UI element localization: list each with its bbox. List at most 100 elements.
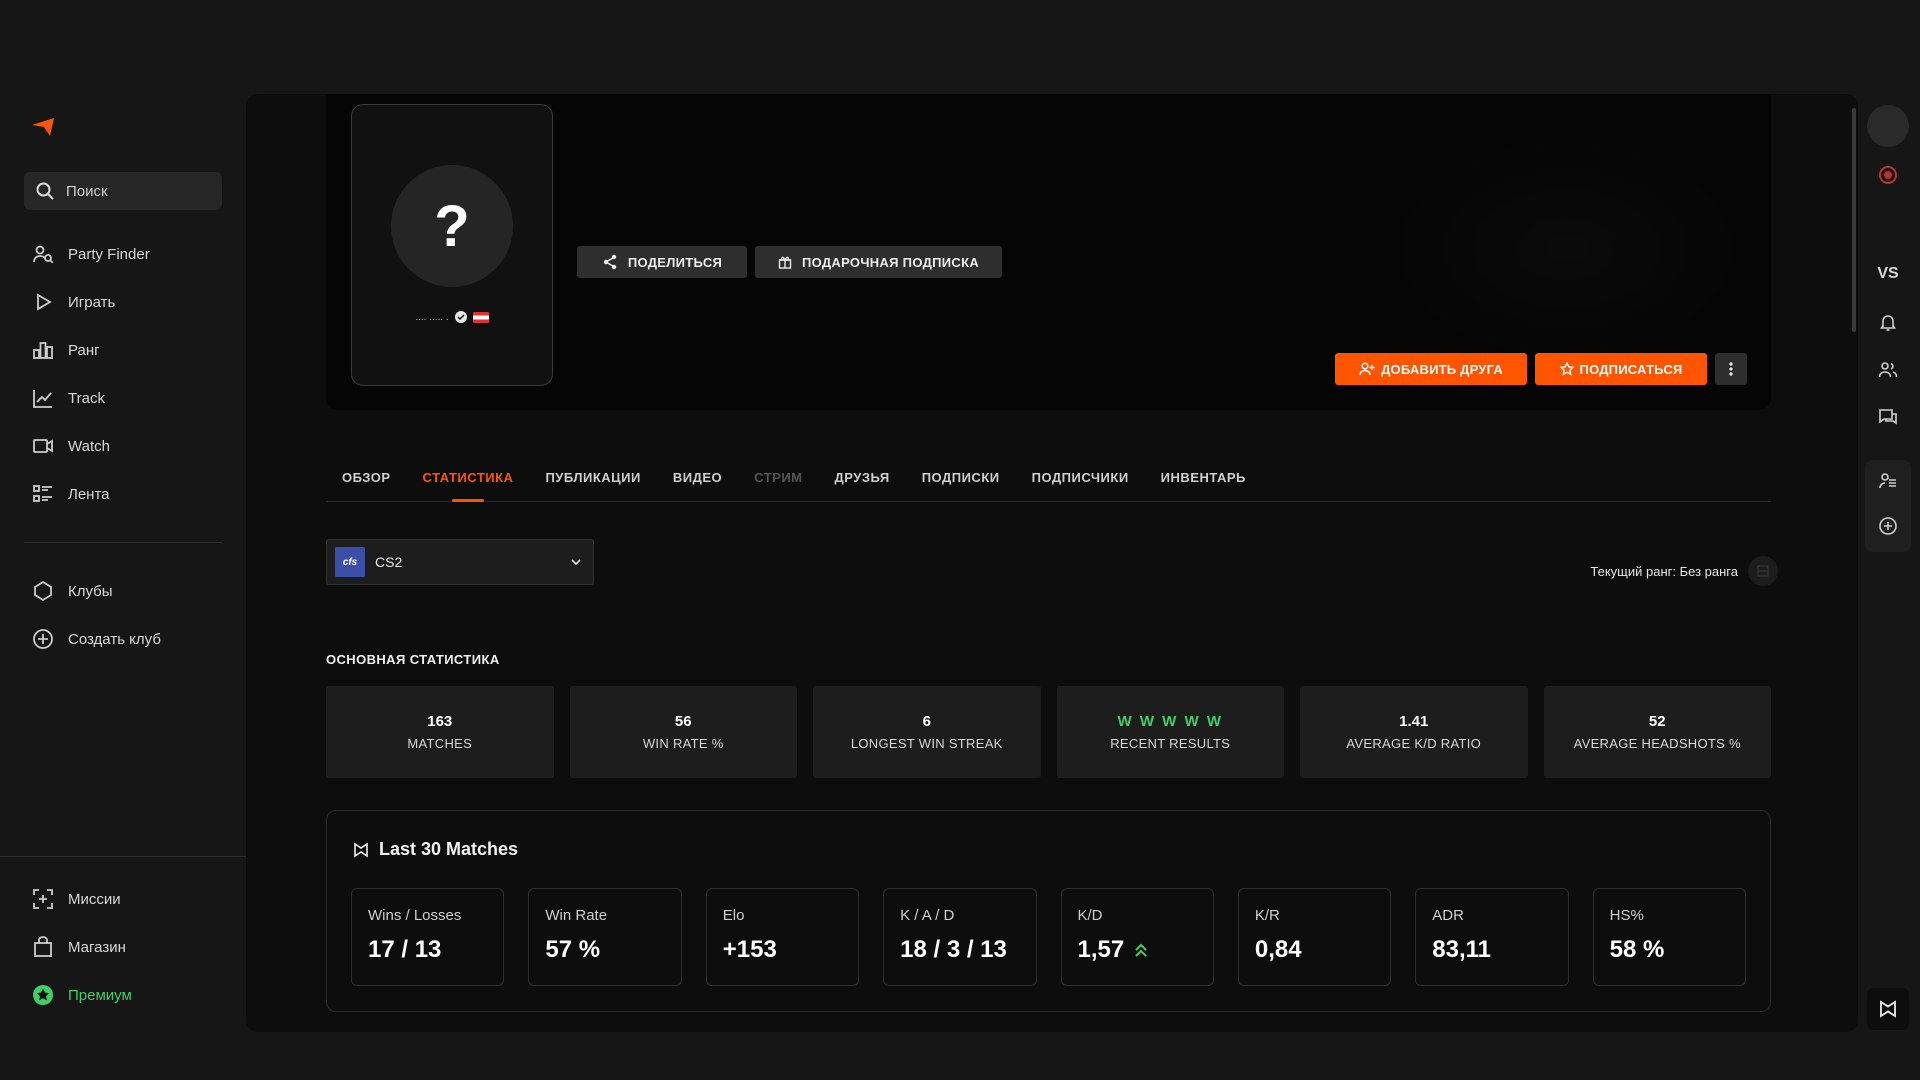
stat-card: 52 AVERAGE HEADSHOTS % [1543, 686, 1771, 778]
stat-value: 56 [674, 713, 692, 730]
nav-track[interactable]: Track [24, 374, 222, 422]
faceit-icon [1879, 1000, 1897, 1018]
stat-label: LONGEST WIN STREAK [850, 736, 1003, 751]
nav-watch[interactable]: Watch [24, 422, 222, 470]
stat-label: WIN RATE % [642, 736, 724, 751]
match-stat-card: ADR 83,11 [1415, 888, 1569, 986]
tab-friends[interactable]: ДРУЗЬЯ [819, 454, 906, 501]
bell-icon [1878, 312, 1898, 332]
game-select[interactable]: cfs CS2 [326, 539, 594, 585]
tab-subscribers[interactable]: ПОДПИСЧИКИ [1016, 454, 1145, 501]
tab-stream[interactable]: СТРИМ [738, 454, 818, 501]
add-rail-button[interactable] [1870, 508, 1906, 544]
nav-missions[interactable]: Миссии [24, 875, 222, 923]
tab-video[interactable]: ВИДЕО [657, 454, 738, 501]
stat-label: AVERAGE HEADSHOTS % [1573, 736, 1741, 751]
main-panel: ? .... ..... . ПОДЕЛИТЬСЯ ПОДАРОЧНАЯ ПОД… [246, 94, 1858, 1032]
nav-feed[interactable]: Лента [24, 470, 222, 518]
verified-icon [454, 311, 467, 323]
country-flag-icon [472, 311, 489, 323]
nav-label: Миссии [68, 890, 121, 908]
party-finder-icon [32, 243, 54, 265]
nav-rank[interactable]: Ранг [24, 326, 222, 374]
versus-button[interactable]: VS [1870, 256, 1906, 292]
profile-tabs: ОБЗОР СТАТИСТИКА ПУБЛИКАЦИИ ВИДЕО СТРИМ … [326, 454, 1771, 502]
nav-label: Играть [68, 293, 116, 311]
nav-label: Лента [68, 485, 110, 503]
track-icon [32, 387, 54, 409]
shop-icon [32, 936, 54, 958]
search-button[interactable]: Поиск [24, 172, 222, 210]
match-stat-card: Wins / Losses 17 / 13 [351, 888, 505, 986]
last-30-cards: Wins / Losses 17 / 13 Win Rate 57 % Elo … [351, 888, 1746, 986]
stat-label: RECENT RESULTS [1110, 736, 1231, 751]
match-stat-label: Elo [722, 907, 745, 924]
subscribe-button[interactable]: ПОДПИСАТЬСЯ [1535, 353, 1707, 385]
logo[interactable] [30, 116, 58, 138]
match-stat-card: K/D 1,57 [1060, 888, 1214, 986]
rank-badge-icon [1748, 556, 1778, 586]
tab-overview[interactable]: ОБЗОР [326, 454, 407, 501]
create-club-icon [32, 628, 54, 650]
share-button[interactable]: ПОДЕЛИТЬСЯ [577, 246, 747, 278]
nav-label: Ранг [68, 341, 100, 359]
gift-icon [778, 255, 792, 269]
avatar[interactable]: ? [391, 165, 513, 287]
nav-clubs[interactable]: Клубы [24, 567, 222, 615]
clubs-nav: Клубы Создать клуб [24, 567, 222, 663]
nav-premium[interactable]: Премиум [24, 971, 222, 1019]
plus-circle-icon [1878, 516, 1898, 536]
match-stat-label: ADR [1432, 907, 1464, 924]
level-badge-icon[interactable] [1870, 157, 1906, 193]
party-finder-icon [1878, 471, 1898, 491]
stat-card: W W W W W RECENT RESULTS [1056, 686, 1284, 778]
search-label: Поиск [66, 182, 108, 200]
stat-value: 6 [922, 713, 931, 730]
gift-subscription-button[interactable]: ПОДАРОЧНАЯ ПОДПИСКА [755, 246, 1002, 278]
match-stat-value: 0,84 [1254, 936, 1302, 963]
match-stat-card: K/R 0,84 [1237, 888, 1392, 986]
stat-card: 56 WIN RATE % [569, 686, 797, 778]
scrollbar[interactable] [1852, 108, 1856, 332]
friends-button[interactable] [1870, 352, 1906, 388]
tab-stats[interactable]: СТАТИСТИКА [407, 454, 530, 501]
more-options-button[interactable] [1715, 353, 1747, 385]
friends-icon [1878, 360, 1898, 380]
match-stat-card: K / A / D 18 / 3 / 13 [883, 888, 1037, 986]
add-friend-button[interactable]: ДОБАВИТЬ ДРУГА [1335, 353, 1527, 385]
gift-label: ПОДАРОЧНАЯ ПОДПИСКА [801, 254, 980, 270]
stat-value: 163 [427, 713, 453, 730]
nav-label: Магазин [68, 938, 126, 956]
watch-icon [32, 435, 54, 457]
match-stat-card: Elo +153 [705, 888, 860, 986]
tab-inventory[interactable]: ИНВЕНТАРЬ [1145, 454, 1262, 501]
last-30-title-text: Last 30 Matches [379, 839, 519, 859]
match-stat-value: 1,57 [1077, 936, 1125, 963]
nav-label: Клубы [68, 582, 113, 600]
party-finder-rail-button[interactable] [1870, 463, 1906, 499]
star-icon [1559, 362, 1574, 376]
match-stat-value: 83,11 [1432, 936, 1491, 963]
user-avatar[interactable] [1867, 105, 1909, 147]
nav-label: Track [68, 389, 105, 407]
share-label: ПОДЕЛИТЬСЯ [627, 254, 723, 270]
tab-posts[interactable]: ПУБЛИКАЦИИ [529, 454, 656, 501]
match-stat-label: K/R [1254, 907, 1280, 924]
nav-create-club[interactable]: Создать клуб [24, 615, 222, 663]
share-icon [602, 254, 618, 270]
match-stat-value: +153 [722, 936, 777, 963]
missions-icon [32, 888, 54, 910]
chat-button[interactable] [1870, 400, 1906, 436]
nav-shop[interactable]: Магазин [24, 923, 222, 971]
current-rank-text: Текущий ранг: Без ранга [1590, 563, 1738, 579]
notifications-button[interactable] [1870, 304, 1906, 340]
faceit-rail-button[interactable] [1867, 988, 1909, 1030]
more-vertical-icon [1729, 362, 1733, 376]
nav-party-finder[interactable]: Party Finder [24, 230, 222, 278]
premium-icon [32, 984, 54, 1006]
stat-label: MATCHES [407, 736, 473, 751]
match-stat-value-row: 1,57 [1078, 936, 1197, 964]
nav-play[interactable]: Играть [24, 278, 222, 326]
tab-subscriptions[interactable]: ПОДПИСКИ [906, 454, 1016, 501]
current-rank: Текущий ранг: Без ранга [1590, 556, 1778, 586]
